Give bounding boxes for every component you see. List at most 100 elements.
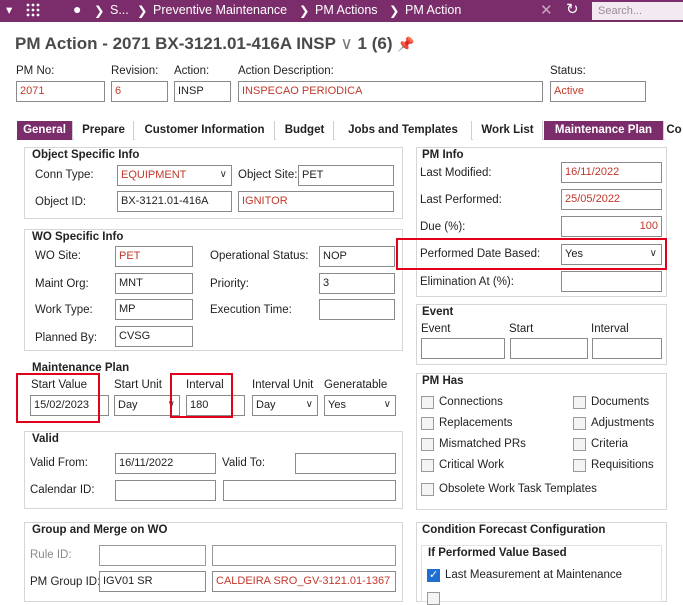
connections-checkbox[interactable] (421, 396, 434, 409)
wo-site-field[interactable]: PET (115, 246, 193, 267)
breadcrumb-sep-icon: ❯ (389, 4, 400, 18)
tab-maintenance-plan[interactable]: Maintenance Plan (544, 121, 664, 140)
work-type-label: Work Type: (35, 304, 93, 316)
action-desc-field[interactable]: INSPECAO PERIODICA (238, 81, 543, 102)
group-merge-title: Group and Merge on WO (32, 524, 168, 536)
home-dot-icon[interactable]: ● (73, 1, 81, 17)
elimination-label: Elimination At (%): (420, 276, 514, 288)
documents-label: Documents (591, 396, 650, 408)
interval-unit-select[interactable]: Day ∨ (252, 395, 318, 416)
elimination-field[interactable] (561, 271, 662, 292)
object-info-title: Object Specific Info (32, 149, 140, 161)
event-title: Event (422, 306, 454, 318)
object-id-field[interactable]: BX-3121.01-416A (117, 191, 232, 212)
object-desc-field[interactable]: IGNITOR (238, 191, 394, 212)
interval-unit-label: Interval Unit (252, 379, 314, 391)
tab-work-list[interactable]: Work List (473, 121, 543, 140)
tab-general[interactable]: General (17, 121, 73, 140)
last-modified-label: Last Modified: (420, 167, 492, 179)
object-id-label: Object ID: (35, 196, 87, 208)
critical-work-checkbox[interactable] (421, 459, 434, 472)
action-label: Action: (174, 65, 210, 77)
planned-by-label: Planned By: (35, 332, 98, 344)
priority-field[interactable]: 3 (319, 273, 395, 294)
valid-to-field[interactable] (295, 453, 396, 474)
criteria-checkbox[interactable] (573, 438, 586, 451)
forecast-title: Condition Forecast Configuration (422, 524, 606, 536)
breadcrumb-item-4[interactable]: PM Action (405, 3, 461, 17)
conn-type-value: EQUIPMENT (121, 169, 187, 181)
conn-type-select[interactable]: EQUIPMENT ∨ (117, 165, 232, 186)
obsolete-templates-checkbox[interactable] (421, 483, 434, 496)
requisitions-checkbox[interactable] (573, 459, 586, 472)
last-modified-field[interactable]: 16/11/2022 (561, 162, 662, 183)
breadcrumb-sep-icon: ❯ (299, 4, 310, 18)
op-status-label: Operational Status: (210, 250, 309, 262)
object-site-field[interactable]: PET (298, 165, 394, 186)
generatable-value: Yes (328, 399, 346, 411)
breadcrumb-item-2[interactable]: Preventive Maintenance (153, 3, 287, 17)
menu-icon[interactable] (26, 3, 40, 20)
pm-group-id-label: PM Group ID: (30, 576, 101, 588)
mismatched-prs-checkbox[interactable] (421, 438, 434, 451)
refresh-icon[interactable]: ↻ (566, 0, 579, 18)
pm-no-label: PM No: (16, 65, 55, 77)
status-field[interactable]: Active (550, 81, 646, 102)
pm-group-id-field[interactable]: IGV01 SR (99, 571, 206, 592)
adjustments-checkbox[interactable] (573, 417, 586, 430)
documents-checkbox[interactable] (573, 396, 586, 409)
valid-from-field[interactable]: 16/11/2022 (115, 453, 216, 474)
pin-icon[interactable]: 📌 (397, 36, 414, 52)
tab-prepare[interactable]: Prepare (74, 121, 134, 140)
criteria-label: Criteria (591, 438, 629, 450)
tab-jobs-and-templates[interactable]: Jobs and Templates (335, 121, 472, 140)
chevron-down-icon[interactable]: ∨ (340, 34, 352, 53)
maint-org-field[interactable]: MNT (115, 273, 193, 294)
calendar-desc-field[interactable] (223, 480, 396, 501)
pm-no-field[interactable]: 2071 (16, 81, 105, 102)
exec-time-field[interactable] (319, 299, 395, 320)
connections-label: Connections (439, 396, 503, 408)
interval-unit-value: Day (256, 399, 276, 411)
breadcrumb-item-3[interactable]: PM Actions (315, 3, 378, 17)
object-site-label: Object Site: (238, 169, 298, 181)
breadcrumb-item-1[interactable]: S... (110, 3, 129, 17)
highlight-perf-date-based (396, 238, 667, 270)
top-nav-bar: ▾ ● ❯ S... ❯ Preventive Maintenance ❯ PM… (0, 0, 683, 22)
critical-work-label: Critical Work (439, 459, 504, 471)
status-label: Status: (550, 65, 586, 77)
tab-more[interactable]: Co (665, 121, 683, 140)
tab-budget[interactable]: Budget (276, 121, 334, 140)
event-interval-field[interactable] (592, 338, 662, 359)
due-field[interactable]: 100 (561, 216, 662, 237)
obsolete-templates-label: Obsolete Work Task Templates (439, 483, 597, 495)
generatable-label: Generatable (324, 379, 388, 391)
chevron-down-icon: ∨ (305, 399, 313, 410)
breadcrumb-sep-icon: ❯ (137, 4, 148, 18)
planned-by-field[interactable]: CVSG (115, 326, 193, 347)
op-status-field[interactable]: NOP (319, 246, 395, 267)
event-field[interactable] (421, 338, 505, 359)
replacements-checkbox[interactable] (421, 417, 434, 430)
highlight-start-value (16, 373, 100, 423)
calendar-id-field[interactable] (115, 480, 216, 501)
chevron-down-icon: ∨ (219, 169, 227, 180)
search-input[interactable]: Search... (592, 2, 683, 20)
chevron-down-icon[interactable]: ▾ (6, 2, 12, 17)
rule-id-field[interactable] (99, 545, 206, 566)
pm-group-desc-field[interactable]: CALDEIRA SRO_GV-3121.01-1367 (212, 571, 396, 592)
tab-customer-information[interactable]: Customer Information (135, 121, 275, 140)
last-performed-field[interactable]: 25/05/2022 (561, 189, 662, 210)
last-measurement-checkbox[interactable] (427, 568, 440, 582)
rule-desc-field[interactable] (212, 545, 396, 566)
chevron-down-icon: ∨ (383, 399, 391, 410)
adjustments-label: Adjustments (591, 417, 655, 429)
generatable-select[interactable]: Yes ∨ (324, 395, 396, 416)
breadcrumb-sep-icon: ❯ (94, 4, 105, 18)
wo-site-label: WO Site: (35, 250, 82, 262)
event-start-field[interactable] (510, 338, 588, 359)
action-field[interactable]: INSP (174, 81, 231, 102)
close-icon[interactable]: ✕ (540, 1, 553, 19)
work-type-field[interactable]: MP (115, 299, 193, 320)
revision-field[interactable]: 6 (111, 81, 168, 102)
